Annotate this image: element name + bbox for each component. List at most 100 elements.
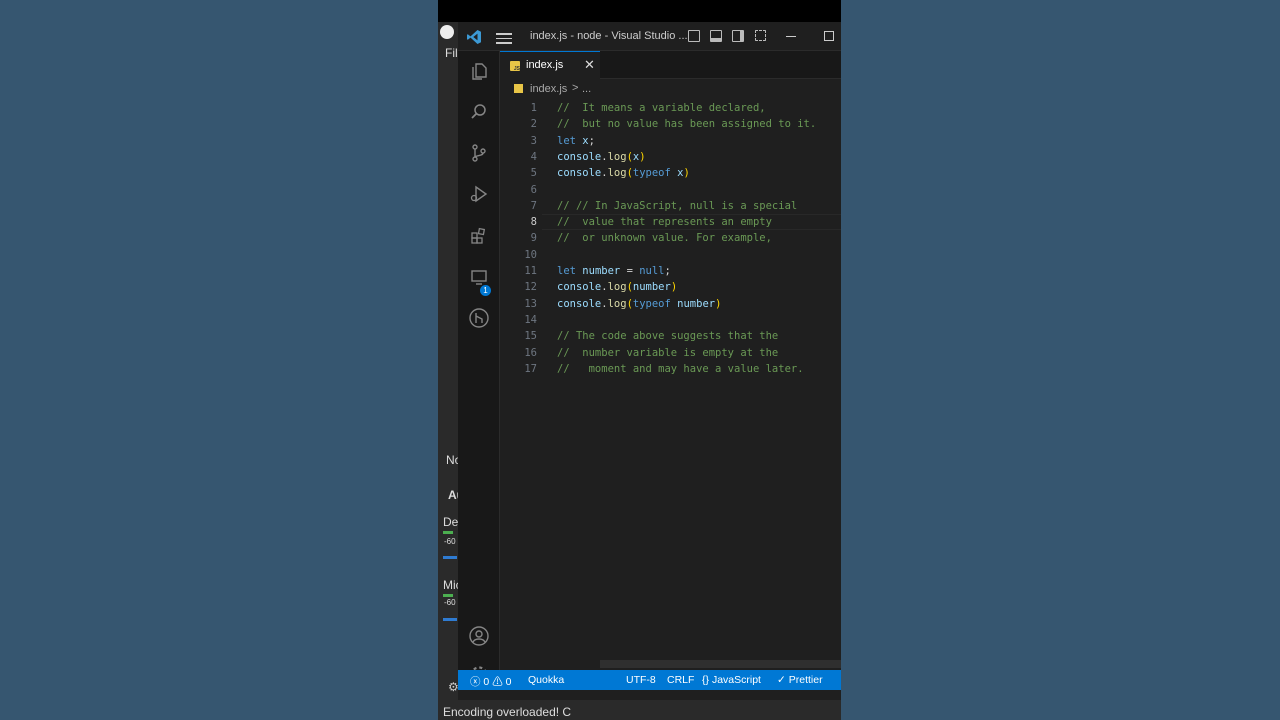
line-number: 4	[530, 150, 537, 163]
code-line[interactable]: 9 // or unknown value. For example,	[500, 230, 841, 246]
breadcrumb-separator: >	[572, 82, 579, 94]
line-content: let x;	[557, 134, 595, 147]
code-editor[interactable]: 1 // It means a variable declared, 2 // but…	[500, 98, 841, 674]
line-number: 11	[524, 265, 537, 277]
prettier-label: Prettier	[788, 674, 823, 686]
extensions-icon[interactable]	[467, 224, 491, 248]
language-mode[interactable]: {} JavaScript	[702, 674, 761, 686]
line-number: 15	[524, 330, 537, 343]
code-line[interactable]: 5 console.log(typeof x)	[500, 165, 841, 181]
line-content: // number variable is empty at the	[557, 346, 779, 359]
search-icon[interactable]	[467, 100, 491, 124]
customize-layout-icon[interactable]	[755, 30, 766, 41]
obs-volume-slider-2[interactable]	[443, 618, 457, 621]
language-label: JavaScript	[711, 674, 761, 686]
minimize-icon[interactable]	[786, 36, 796, 37]
line-content: // moment and may have a value later.	[557, 362, 804, 375]
line-number: 16	[524, 346, 537, 359]
javascript-file-icon	[510, 61, 520, 72]
warning-count: 0	[505, 676, 512, 688]
window-title: index.js - node - Visual Studio ...	[530, 30, 688, 42]
line-content: // It means a variable declared,	[557, 102, 766, 114]
code-line[interactable]: 14	[500, 312, 841, 328]
code-line[interactable]: 1 // It means a variable declared,	[500, 100, 841, 116]
menu-hamburger-icon[interactable]	[496, 30, 512, 44]
vscode-logo-icon	[467, 30, 481, 44]
background-right	[841, 0, 1280, 720]
source-control-icon[interactable]	[467, 141, 491, 165]
titlebar: index.js - node - Visual Studio ...	[458, 24, 841, 51]
line-number: 10	[524, 248, 537, 261]
vscode-window: index.js - node - Visual Studio ... 1 JS…	[458, 24, 841, 690]
line-content: console.log(x)	[557, 150, 646, 163]
code-line[interactable]: 2 // but no value has been assigned to it…	[500, 116, 841, 132]
line-content: // or unknown value. For example,	[557, 232, 772, 245]
code-line[interactable]: 3 let x;	[500, 133, 841, 149]
status-bar: ⓧ 0 ⚠ 0 Quokka UTF-8 CRLF {} JavaScript …	[458, 670, 841, 690]
obs-volume-slider-1[interactable]	[443, 556, 457, 559]
breadcrumb-file[interactable]: index.js	[530, 83, 567, 95]
eol-status[interactable]: CRLF	[667, 674, 694, 686]
encoding-status[interactable]: UTF-8	[626, 674, 656, 686]
accounts-icon[interactable]	[467, 624, 491, 648]
line-content: // // In JavaScript, null is a special	[557, 199, 798, 212]
code-line[interactable]: 7 // // In JavaScript, null is a special	[500, 198, 841, 214]
line-number: 8	[530, 216, 537, 229]
javascript-file-icon	[514, 84, 523, 93]
braces-icon: {}	[702, 674, 710, 686]
activity-bar: 1	[458, 51, 500, 684]
code-line[interactable]: 6	[500, 182, 841, 198]
line-number: 3	[530, 134, 537, 147]
warning-icon: ⚠	[492, 676, 503, 688]
obs-meter-green	[443, 531, 453, 534]
line-number: 9	[530, 232, 537, 245]
line-number: 5	[530, 167, 537, 180]
line-number: 14	[524, 313, 537, 326]
line-content: let number = null;	[557, 265, 671, 277]
horizontal-scrollbar[interactable]	[600, 660, 841, 668]
problems-indicator[interactable]: ⓧ 0 ⚠ 0	[470, 674, 511, 689]
explorer-icon[interactable]	[467, 59, 491, 83]
editor-tabs: index.js ✕	[500, 51, 841, 79]
obs-topbar	[438, 0, 841, 22]
maximize-icon[interactable]	[824, 31, 834, 41]
line-number: 2	[530, 118, 537, 131]
line-number: 17	[524, 362, 537, 375]
line-content: console.log(typeof number)	[557, 297, 722, 310]
close-icon[interactable]: ✕	[584, 57, 595, 73]
obs-status-text: Encoding overloaded! C	[443, 705, 572, 719]
line-number: 6	[530, 183, 537, 196]
line-number: 13	[524, 297, 537, 310]
breadcrumb-symbols[interactable]: ...	[582, 83, 591, 95]
code-line[interactable]: 4 console.log(x)	[500, 149, 841, 165]
run-debug-icon[interactable]	[467, 182, 491, 206]
remote-explorer-icon[interactable]	[467, 265, 491, 289]
code-line[interactable]: 8 // value that represents an empty	[500, 214, 841, 230]
code-line[interactable]: 13 console.log(typeof number)	[500, 296, 841, 312]
line-number: 7	[530, 199, 537, 212]
obs-logo-icon	[440, 25, 454, 39]
obs-statusbar: Encoding overloaded! C	[438, 700, 841, 720]
obs-meter-green-2	[443, 594, 453, 597]
code-line[interactable]: 16 // number variable is empty at the	[500, 345, 841, 361]
code-line[interactable]: 10	[500, 247, 841, 263]
code-line[interactable]: 15 // The code above suggests that the	[500, 328, 841, 344]
check-icon: ✓	[777, 674, 786, 686]
toggle-panel-icon[interactable]	[710, 30, 722, 42]
code-line[interactable]: 11 let number = null;	[500, 263, 841, 279]
line-number: 12	[524, 281, 537, 294]
code-line[interactable]: 17 // moment and may have a value later.	[500, 361, 841, 377]
git-graph-icon[interactable]	[467, 306, 491, 330]
toggle-sidebar-icon[interactable]	[688, 30, 700, 42]
code-line[interactable]: 12 console.log(number)	[500, 279, 841, 295]
tab-label: index.js	[526, 59, 564, 71]
line-content: // but no value has been assigned to it.	[557, 118, 817, 131]
line-content: console.log(number)	[557, 281, 678, 294]
line-content: // The code above suggests that the	[557, 330, 779, 343]
prettier-status[interactable]: ✓ Prettier	[777, 674, 823, 686]
quokka-status[interactable]: Quokka	[528, 674, 564, 686]
obs-side-panel	[438, 22, 458, 720]
toggle-secondary-sidebar-icon[interactable]	[732, 30, 744, 42]
tab-index-js[interactable]: index.js ✕	[500, 51, 600, 79]
breadcrumb: index.js > ...	[500, 80, 841, 98]
